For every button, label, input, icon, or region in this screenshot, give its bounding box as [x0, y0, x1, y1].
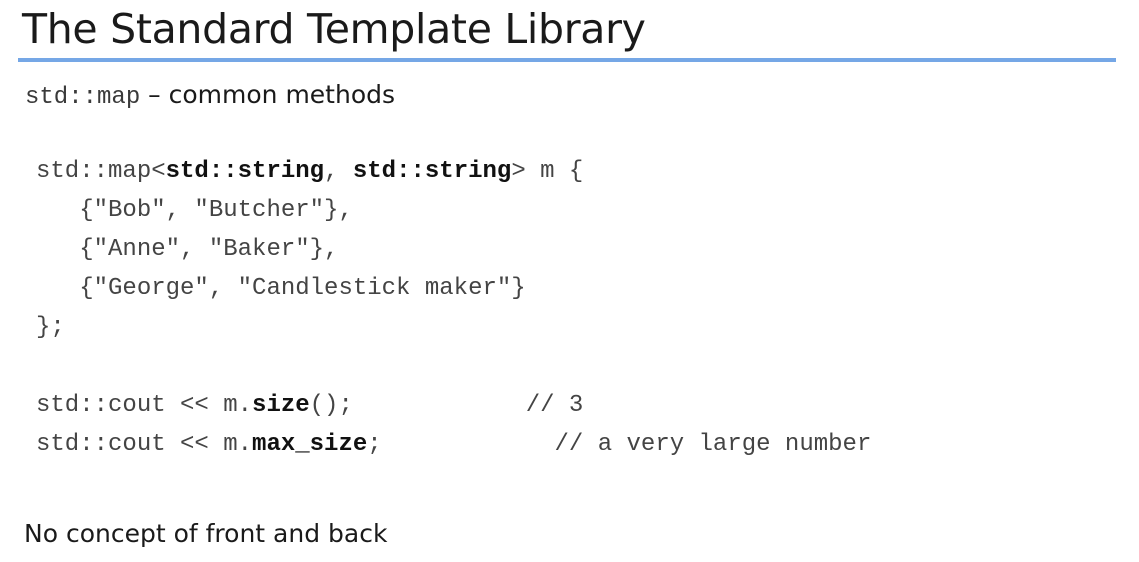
code-line-4: {"George", "Candlestick maker"} [36, 275, 526, 302]
code-token: ; // a very large number [367, 431, 872, 458]
code-token-bold: std::string [352, 158, 512, 185]
code-token: > m { [511, 158, 584, 185]
code-line-7: std::cout << m.size(); // 3 [36, 386, 871, 425]
code-token-bold: std::string [165, 158, 325, 185]
footer-note: No concept of front and back [24, 519, 388, 548]
title-underline [18, 58, 1116, 62]
code-line-8: std::cout << m.max_size; // a very large… [36, 425, 871, 464]
slide-subtitle: std::map – common methods [25, 76, 395, 112]
code-line-1: std::map<std::string, std::string> m { [36, 152, 871, 191]
slide-title: The Standard Template Library [22, 5, 646, 53]
code-token-bold: max_size [252, 431, 368, 458]
code-token: std::map< [36, 158, 166, 185]
code-token: , [324, 158, 353, 185]
code-line-5: }; [36, 314, 65, 341]
code-block: std::map<std::string, std::string> m { {… [36, 152, 871, 464]
subtitle-code: std::map [25, 84, 141, 111]
slide: The Standard Template Library std::map –… [0, 0, 1139, 562]
code-line-2: {"Bob", "Butcher"}, [36, 197, 353, 224]
code-token: std::cout << m. [36, 392, 253, 419]
code-token: (); // 3 [309, 392, 584, 419]
code-token-bold: size [252, 392, 310, 419]
subtitle-text: – common methods [140, 80, 396, 109]
code-token: std::cout << m. [36, 431, 253, 458]
code-line-3: {"Anne", "Baker"}, [36, 236, 339, 263]
